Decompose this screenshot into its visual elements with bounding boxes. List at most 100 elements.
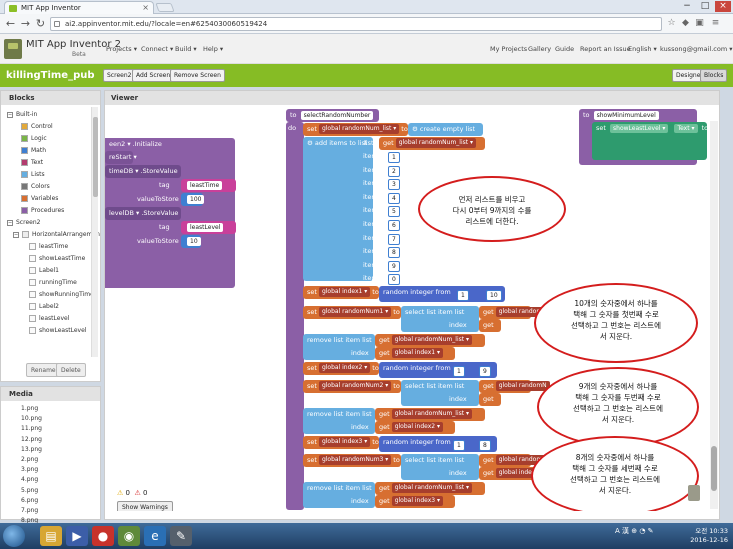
ie-icon[interactable]: e bbox=[144, 526, 166, 546]
get-index3[interactable]: get global index3 ▾ bbox=[375, 495, 455, 508]
media-icon[interactable]: ▶ bbox=[66, 526, 88, 546]
get-index1[interactable]: get global index1 ▾ bbox=[375, 347, 455, 360]
tab-close-icon[interactable]: × bbox=[142, 3, 149, 12]
extension2-icon[interactable]: ▣ bbox=[694, 18, 705, 29]
set-num2-block[interactable]: set global randomNum2 ▾ to bbox=[303, 380, 401, 393]
random-from-1[interactable]: 1 bbox=[457, 290, 469, 301]
blocks-button[interactable]: Blocks bbox=[700, 69, 728, 82]
media-item[interactable]: 12.png bbox=[21, 436, 42, 443]
component-item[interactable]: showRunningTime bbox=[29, 289, 94, 301]
leveldb-storevalue-block[interactable]: levelDB ▾ .StoreValue bbox=[105, 207, 181, 220]
value-100[interactable]: 100 bbox=[181, 193, 205, 206]
get-randomnum-partial-3[interactable]: get global randomN bbox=[479, 454, 550, 467]
media-item[interactable]: 1.png bbox=[21, 405, 38, 412]
builtin-item-control[interactable]: Control bbox=[21, 121, 91, 133]
app-inventor-logo-icon[interactable] bbox=[4, 39, 22, 59]
get-list-r2[interactable]: get global randomNum_list ▾ bbox=[375, 408, 485, 421]
star-icon[interactable]: ☆ bbox=[666, 18, 677, 29]
chrome-icon[interactable]: ◉ bbox=[118, 526, 140, 546]
get-index-partial-1[interactable]: get bbox=[479, 319, 501, 332]
builtin-item-logic[interactable]: Logic bbox=[21, 133, 91, 145]
app-icon[interactable]: ● bbox=[92, 526, 114, 546]
item-value[interactable]: 2 bbox=[388, 165, 400, 177]
get-randomnum-partial-1[interactable]: get global randomN bbox=[479, 306, 550, 319]
media-item[interactable]: 13.png bbox=[21, 446, 42, 453]
set-list-block[interactable]: set global randomNum_list ▾ to bbox=[303, 123, 408, 136]
menu-my-projects[interactable]: My Projects bbox=[490, 45, 527, 53]
builtin-item-text[interactable]: Text bbox=[21, 157, 91, 169]
maximize-button[interactable]: □ bbox=[697, 1, 713, 12]
menu-help[interactable]: Help ▾ bbox=[203, 45, 223, 53]
item-value[interactable]: 0 bbox=[388, 274, 400, 286]
random-to-2[interactable]: 9 bbox=[479, 366, 491, 377]
get-index-partial-2[interactable]: get bbox=[479, 393, 501, 406]
component-item[interactable]: leastLevel bbox=[29, 313, 91, 325]
tree-screen2[interactable]: − Screen2 bbox=[7, 217, 91, 229]
random-from-3[interactable]: 1 bbox=[453, 440, 465, 451]
random-to-1[interactable]: 10 bbox=[486, 290, 502, 301]
item-value[interactable]: 3 bbox=[388, 179, 400, 191]
media-item[interactable]: 5.png bbox=[21, 487, 38, 494]
builtin-item-procedures[interactable]: Procedures bbox=[21, 205, 91, 217]
menu-gallery[interactable]: Gallery bbox=[528, 45, 551, 53]
collapse-icon[interactable]: − bbox=[7, 219, 13, 226]
builtin-item-variables[interactable]: Variables bbox=[21, 193, 91, 205]
menu-guide[interactable]: Guide bbox=[555, 45, 574, 53]
menu-language[interactable]: English ▾ bbox=[628, 45, 657, 53]
item-value[interactable]: 9 bbox=[388, 260, 400, 272]
media-item[interactable]: 10.png bbox=[21, 415, 42, 422]
media-item[interactable]: 6.png bbox=[21, 497, 38, 504]
browser-tab[interactable]: MIT App Inventor × bbox=[4, 1, 154, 14]
get-list-r3[interactable]: get global randomNum_list ▾ bbox=[375, 482, 485, 495]
restart-block[interactable]: reStart ▾ bbox=[105, 151, 137, 164]
get-list-r1[interactable]: get global randomNum_list ▾ bbox=[375, 334, 485, 347]
builtin-item-lists[interactable]: Lists bbox=[21, 169, 91, 181]
media-item[interactable]: 4.png bbox=[21, 476, 38, 483]
value-10[interactable]: 10 bbox=[181, 235, 201, 248]
component-item[interactable]: Label2 bbox=[29, 301, 91, 313]
component-item[interactable]: showLeastLevel bbox=[29, 325, 91, 337]
random-to-3[interactable]: 8 bbox=[479, 440, 491, 451]
tool-icon[interactable]: ✎ bbox=[170, 526, 192, 546]
system-tray[interactable]: A 漢 ⊕ ◔ ✎ bbox=[615, 526, 654, 536]
set-num1-block[interactable]: set global randomNum1 ▾ to bbox=[303, 306, 401, 319]
media-item[interactable]: 3.png bbox=[21, 466, 38, 473]
start-button[interactable] bbox=[3, 525, 25, 547]
media-item[interactable]: 7.png bbox=[21, 507, 38, 514]
reload-icon[interactable]: ↻ bbox=[34, 17, 47, 30]
get-index-partial-3[interactable]: get global index3 bbox=[479, 467, 543, 480]
menu-account[interactable]: kussong@gmail.com ▾ bbox=[660, 45, 733, 53]
url-input[interactable]: ai2.appinventor.mit.edu/?locale=en#62540… bbox=[50, 17, 662, 31]
minimize-button[interactable]: − bbox=[679, 1, 695, 12]
tree-scroll-thumb[interactable] bbox=[93, 117, 98, 197]
tree-scrollbar[interactable] bbox=[91, 107, 98, 357]
close-window-button[interactable]: × bbox=[715, 1, 731, 12]
set-index1-block[interactable]: set global index1 ▾ to bbox=[303, 286, 379, 299]
menu-projects[interactable]: Projects ▾ bbox=[106, 45, 137, 53]
item-value[interactable]: 4 bbox=[388, 192, 400, 204]
component-item[interactable]: showLeastTime bbox=[29, 253, 91, 265]
explorer-icon[interactable]: ▤ bbox=[40, 526, 62, 546]
component-item[interactable]: leastTime bbox=[29, 241, 91, 253]
media-item[interactable]: 2.png bbox=[21, 456, 38, 463]
tree-builtin[interactable]: − Built-in bbox=[7, 109, 91, 121]
menu-connect[interactable]: Connect ▾ bbox=[141, 45, 173, 53]
back-icon[interactable]: ← bbox=[4, 17, 17, 30]
menu-icon[interactable]: ≡ bbox=[710, 18, 721, 29]
show-warnings-button[interactable]: Show Warnings bbox=[117, 501, 173, 511]
media-item[interactable]: 11.png bbox=[21, 425, 42, 432]
item-value[interactable]: 5 bbox=[388, 206, 400, 218]
set-showleastlevel-text[interactable]: set showLeastLevel ▾ Text ▾ to bbox=[592, 122, 708, 160]
procedure-header[interactable]: to selectRandomNumber bbox=[286, 109, 379, 122]
blocks-workspace[interactable]: een2 ▾ .Initialize reStart ▾ timeDB ▾ .S… bbox=[105, 105, 719, 511]
menu-report-issue[interactable]: Report an Issue bbox=[580, 45, 631, 53]
set-index3-block[interactable]: set global index3 ▾ to bbox=[303, 436, 379, 449]
forward-icon[interactable]: → bbox=[19, 17, 32, 30]
extension-icon[interactable]: ◆ bbox=[680, 18, 691, 29]
get-index2[interactable]: get global index2 ▾ bbox=[375, 421, 455, 434]
set-index2-block[interactable]: set global index2 ▾ to bbox=[303, 362, 379, 375]
component-item[interactable]: Label1 bbox=[29, 265, 91, 277]
collapse-icon[interactable]: − bbox=[13, 231, 19, 238]
vscroll-thumb[interactable] bbox=[711, 446, 717, 491]
tag-value-leastlevel[interactable]: leastLevel bbox=[181, 221, 236, 234]
